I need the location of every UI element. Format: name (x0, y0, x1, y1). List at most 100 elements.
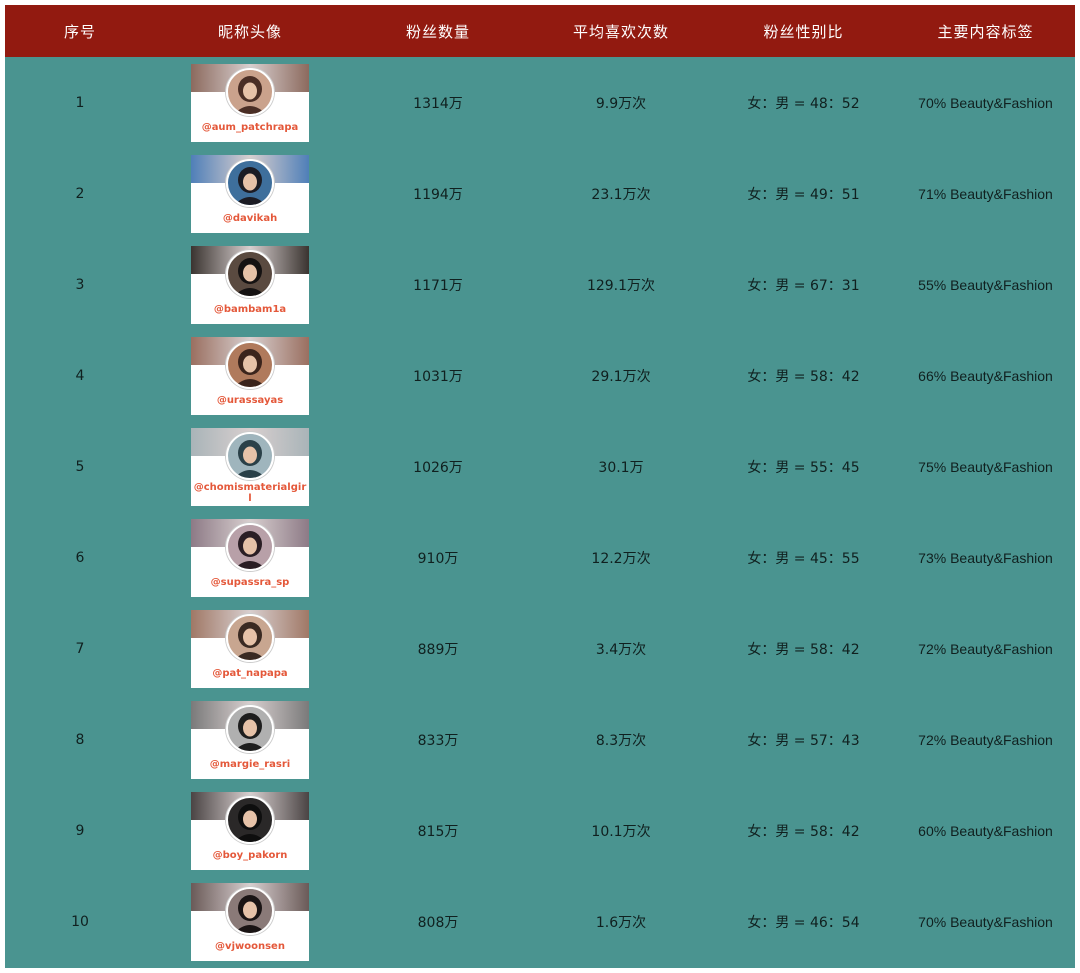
profile-handle[interactable]: @vjwoonsen (193, 941, 307, 952)
gender-ratio: 女：男 = 58：42 (747, 368, 860, 385)
gender-ratio: 女：男 = 57：43 (747, 732, 860, 749)
profile-handle[interactable]: @pat_napapa (193, 668, 307, 679)
profile-handle[interactable]: @urassayas (193, 395, 307, 406)
gender-ratio: 女：男 = 46：54 (747, 914, 860, 931)
row-index: 1 (75, 94, 85, 111)
content-tag: 72% Beauty&Fashion (918, 640, 1053, 657)
followers-count: 910万 (417, 550, 459, 567)
profile-handle[interactable]: @chomismaterialgirl (193, 482, 307, 504)
avatar[interactable] (226, 158, 274, 207)
content-tag: 70% Beauty&Fashion (918, 94, 1053, 111)
profile-handle[interactable]: @aum_patchrapa (193, 122, 307, 133)
row-index: 5 (75, 458, 85, 475)
followers-count: 815万 (417, 823, 459, 840)
avatar[interactable] (226, 704, 274, 753)
content-tag: 75% Beauty&Fashion (918, 458, 1053, 475)
profile-card[interactable]: @bambam1a (191, 245, 309, 324)
profile-cell: @vjwoonsen (155, 882, 345, 961)
avg-likes: 10.1万次 (591, 823, 651, 840)
row-index: 7 (75, 640, 85, 657)
content-tag: 55% Beauty&Fashion (918, 276, 1053, 293)
profile-card[interactable]: @urassayas (191, 336, 309, 415)
table-row: 7 @pat_napapa 889万 3.4万次 女：男 = 58：42 72%… (5, 603, 1075, 694)
profile-card[interactable]: @davikah (191, 154, 309, 233)
gender-ratio: 女：男 = 58：42 (747, 823, 860, 840)
row-index: 2 (75, 185, 85, 202)
person-avatar-icon (228, 524, 272, 569)
table-body: 1 @aum_patchrapa 1314万 9.9万次 女：男 = 48：52… (5, 57, 1075, 967)
gender-ratio: 女：男 = 49：51 (747, 186, 860, 203)
gender-ratio: 女：男 = 55：45 (747, 459, 860, 476)
avatar[interactable] (226, 613, 274, 662)
row-index: 10 (71, 913, 89, 930)
content-tag: 66% Beauty&Fashion (918, 367, 1053, 384)
table-row: 3 @bambam1a 1171万 129.1万次 女：男 = 67：31 55… (5, 239, 1075, 330)
profile-cell: @urassayas (155, 336, 345, 415)
header-profile: 昵称头像 (217, 22, 282, 41)
avg-likes: 8.3万次 (595, 732, 647, 749)
person-avatar-icon (228, 433, 272, 478)
avatar[interactable] (226, 67, 274, 116)
avatar[interactable] (226, 886, 274, 935)
profile-card[interactable]: @supassra_sp (191, 518, 309, 597)
person-avatar-icon (228, 342, 272, 387)
avg-likes: 29.1万次 (591, 368, 651, 385)
followers-count: 1314万 (413, 95, 463, 112)
profile-handle[interactable]: @bambam1a (193, 304, 307, 315)
followers-count: 1026万 (413, 459, 463, 476)
profile-card[interactable]: @chomismaterialgirl (191, 427, 309, 506)
content-tag: 72% Beauty&Fashion (918, 731, 1053, 748)
avatar[interactable] (226, 795, 274, 844)
gender-ratio: 女：男 = 48：52 (747, 95, 860, 112)
influencer-table: 序号 昵称头像 粉丝数量 平均喜欢次数 粉丝性别比 主要内容标签 1 @aum_… (5, 5, 1075, 968)
profile-card[interactable]: @margie_rasri (191, 700, 309, 779)
profile-card[interactable]: @aum_patchrapa (191, 63, 309, 142)
avatar[interactable] (226, 431, 274, 480)
header-avg-likes: 平均喜欢次数 (572, 22, 669, 41)
profile-handle[interactable]: @margie_rasri (193, 759, 307, 770)
avg-likes: 9.9万次 (595, 95, 647, 112)
content-tag: 71% Beauty&Fashion (918, 185, 1053, 202)
profile-cell: @pat_napapa (155, 609, 345, 688)
followers-count: 889万 (417, 641, 459, 658)
profile-handle[interactable]: @davikah (193, 213, 307, 224)
avg-likes: 129.1万次 (586, 277, 656, 294)
avg-likes: 30.1万 (598, 459, 644, 476)
table-row: 4 @urassayas 1031万 29.1万次 女：男 = 58：42 66… (5, 330, 1075, 421)
followers-count: 808万 (417, 914, 459, 931)
table-row: 6 @supassra_sp 910万 12.2万次 女：男 = 45：55 7… (5, 512, 1075, 603)
avg-likes: 12.2万次 (591, 550, 651, 567)
profile-card[interactable]: @pat_napapa (191, 609, 309, 688)
avatar[interactable] (226, 249, 274, 298)
person-avatar-icon (228, 888, 272, 933)
header-content-tags: 主要内容标签 (937, 22, 1034, 41)
table-row: 2 @davikah 1194万 23.1万次 女：男 = 49：51 71% … (5, 148, 1075, 239)
person-avatar-icon (228, 797, 272, 842)
profile-card[interactable]: @boy_pakorn (191, 791, 309, 870)
table-row: 1 @aum_patchrapa 1314万 9.9万次 女：男 = 48：52… (5, 57, 1075, 148)
profile-handle[interactable]: @supassra_sp (193, 577, 307, 588)
gender-ratio: 女：男 = 58：42 (747, 641, 860, 658)
header-gender-ratio: 粉丝性别比 (763, 22, 844, 41)
avg-likes: 1.6万次 (595, 914, 647, 931)
profile-cell: @chomismaterialgirl (155, 427, 345, 506)
profile-handle[interactable]: @boy_pakorn (193, 850, 307, 861)
avg-likes: 3.4万次 (595, 641, 647, 658)
followers-count: 1194万 (413, 186, 463, 203)
header-followers: 粉丝数量 (405, 22, 470, 41)
person-avatar-icon (228, 251, 272, 296)
avg-likes: 23.1万次 (591, 186, 651, 203)
followers-count: 1031万 (413, 368, 463, 385)
profile-cell: @aum_patchrapa (155, 63, 345, 142)
table-row: 5 @chomismaterialgirl 1026万 30.1万 女：男 = … (5, 421, 1075, 512)
avatar[interactable] (226, 340, 274, 389)
person-avatar-icon (228, 615, 272, 660)
gender-ratio: 女：男 = 45：55 (747, 550, 860, 567)
avatar[interactable] (226, 522, 274, 571)
header-index: 序号 (63, 22, 96, 41)
content-tag: 73% Beauty&Fashion (918, 549, 1053, 566)
row-index: 8 (75, 731, 85, 748)
table-header: 序号 昵称头像 粉丝数量 平均喜欢次数 粉丝性别比 主要内容标签 (5, 5, 1075, 57)
followers-count: 1171万 (413, 277, 463, 294)
profile-card[interactable]: @vjwoonsen (191, 882, 309, 961)
